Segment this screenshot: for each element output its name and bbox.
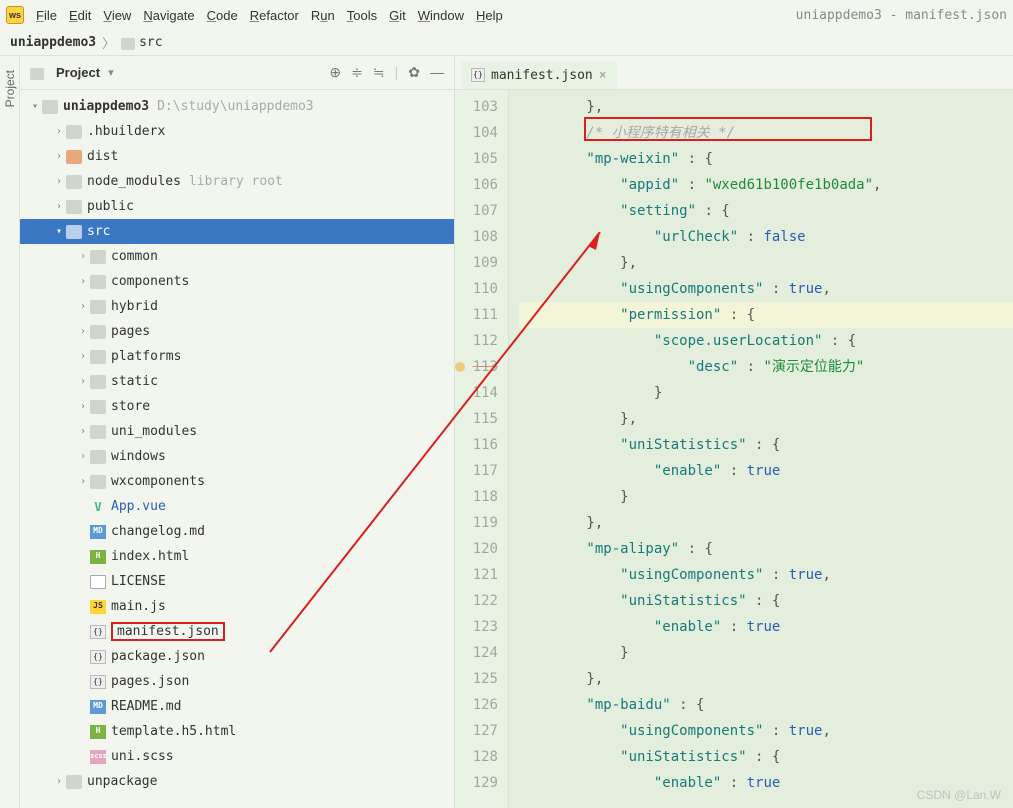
line-gutter: 1031041051061071081091101111121131141151… [455, 90, 509, 808]
tree-item-manifest-json[interactable]: {}manifest.json [20, 619, 454, 644]
tree-item-windows[interactable]: ›windows [20, 444, 454, 469]
menu-tools[interactable]: Tools [347, 8, 377, 23]
toolwindow-project-tab[interactable]: Project [3, 64, 17, 113]
tree-item-dist[interactable]: ›dist [20, 144, 454, 169]
panel-title: Project [56, 65, 100, 80]
menubar: ws File Edit View Navigate Code Refactor… [0, 0, 1013, 30]
tree-item-components[interactable]: ›components [20, 269, 454, 294]
tree-item-store[interactable]: ›store [20, 394, 454, 419]
folder-icon [121, 38, 135, 50]
tab-label: manifest.json [491, 68, 593, 83]
menu-navigate[interactable]: Navigate [143, 8, 194, 23]
gear-icon[interactable]: ✿ [408, 64, 420, 81]
code-content[interactable]: }, /* 小程序特有相关 */ "mp-weixin" : { "appid"… [509, 90, 1013, 808]
editor-body[interactable]: 1031041051061071081091101111121131141151… [455, 90, 1013, 808]
project-panel: Project ▾ ⊕ ≑ ≒ | ✿ — ▾uniappdemo3D:\stu… [20, 56, 455, 808]
editor-area: {} manifest.json × 103104105106107108109… [455, 56, 1013, 808]
close-icon[interactable]: × [599, 68, 607, 83]
watermark: CSDN @Lan.W [917, 788, 1001, 802]
locate-icon[interactable]: ⊕ [329, 64, 341, 81]
tree-item-public[interactable]: ›public [20, 194, 454, 219]
tab-manifest-json[interactable]: {} manifest.json × [461, 61, 617, 89]
tree-item-unpackage[interactable]: ›unpackage [20, 769, 454, 794]
app-icon: ws [6, 6, 24, 24]
menu-window[interactable]: Window [418, 8, 464, 23]
hide-icon[interactable]: — [430, 64, 444, 81]
tree-item-hybrid[interactable]: ›hybrid [20, 294, 454, 319]
tree-item-template-h5-html[interactable]: Htemplate.h5.html [20, 719, 454, 744]
tree-item-App-vue[interactable]: VApp.vue [20, 494, 454, 519]
breadcrumb-src[interactable]: src [139, 35, 162, 50]
chevron-right-icon: 〉 [102, 33, 115, 52]
menu-edit[interactable]: Edit [69, 8, 91, 23]
tree-item-pages[interactable]: ›pages [20, 319, 454, 344]
tree-item-platforms[interactable]: ›platforms [20, 344, 454, 369]
menu-git[interactable]: Git [389, 8, 406, 23]
menu-run[interactable]: Run [311, 8, 335, 23]
json-icon: {} [471, 68, 485, 82]
expand-all-icon[interactable]: ≑ [351, 64, 363, 81]
tree-root[interactable]: ▾uniappdemo3D:\study\uniappdemo3 [20, 94, 454, 119]
tree-item-common[interactable]: ›common [20, 244, 454, 269]
tree-item-src[interactable]: ▾src [20, 219, 454, 244]
tree-item--hbuilderx[interactable]: ›.hbuilderx [20, 119, 454, 144]
tree-item-uni-scss[interactable]: scssuni.scss [20, 744, 454, 769]
editor-tabs: {} manifest.json × [455, 56, 1013, 90]
tree-item-wxcomponents[interactable]: ›wxcomponents [20, 469, 454, 494]
folder-icon [30, 68, 44, 80]
panel-toolbar: ⊕ ≑ ≒ | ✿ — [329, 64, 444, 81]
tree-item-node_modules[interactable]: ›node_moduleslibrary root [20, 169, 454, 194]
collapse-all-icon[interactable]: ≒ [373, 64, 385, 81]
window-title: uniappdemo3 - manifest.json [796, 8, 1007, 23]
menu-file[interactable]: File [36, 8, 57, 23]
tree-item-package-json[interactable]: {}package.json [20, 644, 454, 669]
tree-item-uni_modules[interactable]: ›uni_modules [20, 419, 454, 444]
tree-item-static[interactable]: ›static [20, 369, 454, 394]
tree-item-pages-json[interactable]: {}pages.json [20, 669, 454, 694]
breadcrumb: uniappdemo3 〉 src [0, 30, 1013, 56]
project-tree[interactable]: ▾uniappdemo3D:\study\uniappdemo3›.hbuild… [20, 90, 454, 808]
chevron-down-icon[interactable]: ▾ [108, 66, 114, 79]
tree-item-changelog-md[interactable]: MDchangelog.md [20, 519, 454, 544]
tree-item-index-html[interactable]: Hindex.html [20, 544, 454, 569]
menu-code[interactable]: Code [207, 8, 238, 23]
tree-item-LICENSE[interactable]: LICENSE [20, 569, 454, 594]
menu-help[interactable]: Help [476, 8, 503, 23]
menu-refactor[interactable]: Refactor [250, 8, 299, 23]
breadcrumb-root[interactable]: uniappdemo3 [10, 35, 96, 50]
tree-item-README-md[interactable]: MDREADME.md [20, 694, 454, 719]
panel-header: Project ▾ ⊕ ≑ ≒ | ✿ — [20, 56, 454, 90]
tree-item-main-js[interactable]: JSmain.js [20, 594, 454, 619]
menu-view[interactable]: View [103, 8, 131, 23]
toolwindow-stripe: Project [0, 56, 20, 808]
